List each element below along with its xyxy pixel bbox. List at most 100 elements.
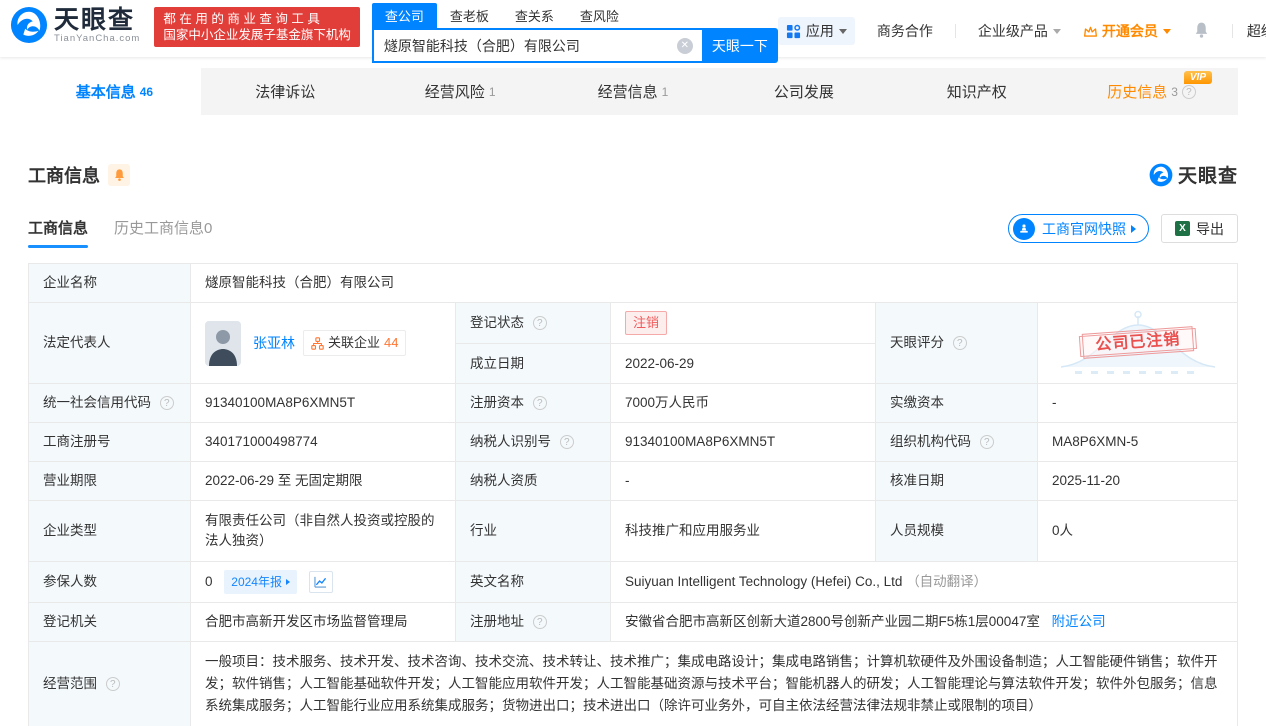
- tab-business-info[interactable]: 经营信息 1: [547, 68, 720, 115]
- tab-company-development[interactable]: 公司发展: [719, 68, 892, 115]
- search-input[interactable]: [371, 28, 702, 63]
- value-text: 2022-06-29 至 无固定期限: [205, 473, 363, 488]
- monitor-bell-icon[interactable]: [108, 163, 130, 186]
- tab-intellectual-property[interactable]: 知识产权: [892, 68, 1065, 115]
- help-icon[interactable]: ?: [1181, 84, 1196, 99]
- badge-count: 44: [384, 335, 399, 350]
- chevron-down-icon: [1052, 28, 1061, 34]
- english-name-label: 英文名称: [455, 561, 611, 603]
- nav-item-open-vip[interactable]: 开通会员: [1083, 21, 1171, 41]
- org-code-label: 组织机构代码 ?: [875, 422, 1038, 462]
- value-text: 2025-11-20: [1052, 473, 1121, 488]
- value-text: 7000万人民币: [625, 395, 710, 410]
- promo-line2: 国家中小企业发展子基金旗下机构: [163, 28, 351, 42]
- divider: [1231, 24, 1233, 38]
- credit-code-value: 91340100MA8P6XMN5T: [190, 383, 456, 423]
- legal-rep-name-link[interactable]: 张亚林: [253, 333, 295, 353]
- help-icon[interactable]: ?: [532, 615, 547, 629]
- trend-chart-button[interactable]: [308, 571, 333, 594]
- trend-chart-icon: [314, 577, 327, 589]
- nav-item-super-risk[interactable]: 超级风...: [1247, 21, 1266, 41]
- nearby-companies-link[interactable]: 附近公司: [1052, 614, 1106, 629]
- insured-label: 参保人数: [28, 561, 191, 603]
- reg-status-label: 登记状态 ?: [455, 302, 611, 344]
- arrow-right-icon: [285, 579, 290, 585]
- section-watermark-text: 天眼查: [1177, 166, 1238, 187]
- label-text: 企业名称: [43, 275, 97, 290]
- term-label: 营业期限: [28, 461, 191, 501]
- tab-history-info[interactable]: VIP 历史信息 3 ?: [1065, 68, 1238, 115]
- arrow-right-icon: [1131, 224, 1136, 233]
- nav-item-enterprise-products[interactable]: 企业级产品: [978, 21, 1061, 41]
- export-button[interactable]: X 导出: [1161, 214, 1238, 243]
- official-snapshot-button[interactable]: 工商官网快照: [1008, 214, 1149, 243]
- approval-date-value: 2025-11-20: [1037, 461, 1238, 501]
- score-cell: 公司已注销: [1037, 302, 1238, 384]
- tab-count: 46: [139, 84, 154, 99]
- org-chart-icon: [311, 336, 324, 350]
- reg-capital-label: 注册资本 ?: [455, 383, 611, 423]
- value-text: 科技推广和应用服务业: [625, 523, 760, 538]
- staff-size-label: 人员规模: [875, 500, 1038, 562]
- help-icon[interactable]: ?: [559, 435, 574, 449]
- legal-rep-photo[interactable]: [205, 320, 241, 366]
- company-tab-bar: 基本信息 46 法律诉讼 经营风险 1 经营信息 1 公司发展 知识产权 VIP…: [28, 68, 1238, 115]
- search-tab-boss[interactable]: 查老板: [437, 3, 502, 28]
- tab-count: 1: [661, 84, 669, 99]
- authority-value: 合肥市高新开发区市场监督管理局: [190, 602, 456, 642]
- search-tab-company[interactable]: 查公司: [371, 3, 437, 28]
- notifications-bell-icon[interactable]: [1193, 21, 1210, 42]
- search-button[interactable]: 天眼一下: [701, 28, 778, 63]
- authority-label: 登记机关: [28, 602, 191, 642]
- annual-report-badge[interactable]: 2024年报: [224, 570, 297, 594]
- sub-tab-bar: 工商信息 历史工商信息0 工商官网快照 X 导出: [28, 214, 1238, 251]
- label-text: 企业类型: [43, 523, 97, 538]
- label-text: 经营范围: [43, 676, 97, 691]
- help-icon[interactable]: ?: [532, 396, 547, 410]
- company-name-value: 燧原智能科技（合肥）有限公司: [190, 263, 1238, 303]
- subtab-history-business-info[interactable]: 历史工商信息0: [114, 217, 212, 248]
- help-icon[interactable]: ?: [159, 396, 174, 410]
- table-row: 经营范围 ? 一般项目：技术服务、技术开发、技术咨询、技术交流、技术转让、技术推…: [28, 641, 1238, 726]
- tianyancha-logo[interactable]: 天眼查 TianYanCha.com: [10, 6, 140, 44]
- clear-search-icon[interactable]: ✕: [676, 38, 693, 54]
- label-text: 天眼评分: [890, 335, 944, 350]
- label-text: 英文名称: [470, 574, 524, 589]
- help-icon[interactable]: ?: [979, 435, 994, 449]
- tab-label: 基本信息: [75, 84, 136, 101]
- search-tabs: 查公司 查老板 查关系 查风险: [371, 3, 778, 28]
- subtab-business-info[interactable]: 工商信息: [28, 217, 89, 248]
- value-text: 燧原智能科技（合肥）有限公司: [205, 275, 394, 290]
- search-tab-risk[interactable]: 查风险: [567, 3, 632, 28]
- help-icon[interactable]: ?: [952, 336, 967, 350]
- value-text: 有限责任公司（非自然人投资或控股的法人独资）: [205, 513, 435, 548]
- tab-operating-risk[interactable]: 经营风险 1: [374, 68, 547, 115]
- tab-basic-info[interactable]: 基本信息 46: [28, 68, 201, 115]
- tab-legal-litigation[interactable]: 法律诉讼: [201, 68, 374, 115]
- scope-label: 经营范围 ?: [28, 641, 191, 726]
- apps-menu[interactable]: 应用: [777, 17, 855, 45]
- reg-number-value: 340171000498774: [190, 422, 456, 462]
- help-icon[interactable]: ?: [532, 316, 547, 330]
- search-tab-relation[interactable]: 查关系: [502, 3, 567, 28]
- help-icon[interactable]: ?: [105, 677, 120, 691]
- paid-capital-label: 实缴资本: [875, 383, 1038, 423]
- logo-brand: 天眼查: [54, 5, 136, 34]
- label-text: 实缴资本: [890, 395, 944, 410]
- nav-label: 开通会员: [1101, 23, 1158, 39]
- label-text: 成立日期: [470, 355, 524, 371]
- scope-value: 一般项目：技术服务、技术开发、技术咨询、技术交流、技术转让、技术推广；集成电路设…: [190, 641, 1238, 726]
- english-name-value: Suiyuan Intelligent Technology (Hefei) C…: [610, 561, 1238, 603]
- nav-item-cooperation[interactable]: 商务合作: [877, 21, 933, 41]
- value-text: 91340100MA8P6XMN5T: [205, 395, 356, 410]
- promo-line1: 都在用的商业查询工具: [163, 12, 324, 26]
- section-header: 工商信息 天眼查: [28, 161, 1238, 188]
- value-text: 一般项目：技术服务、技术开发、技术咨询、技术交流、技术转让、技术推广；集成电路设…: [205, 654, 1218, 713]
- tab-label: 历史信息: [1107, 84, 1168, 101]
- value-text: 安徽省合肥市高新区创新大道2800号创新产业园二期F5栋1层00047室: [625, 614, 1040, 629]
- related-companies-badge[interactable]: 关联企业 44: [303, 330, 407, 356]
- company-type-value: 有限责任公司（非自然人投资或控股的法人独资）: [190, 500, 456, 562]
- crown-icon: [1083, 26, 1097, 37]
- score-label: 天眼评分 ?: [875, 302, 1038, 384]
- tianyancha-swirl-icon: [1149, 163, 1173, 186]
